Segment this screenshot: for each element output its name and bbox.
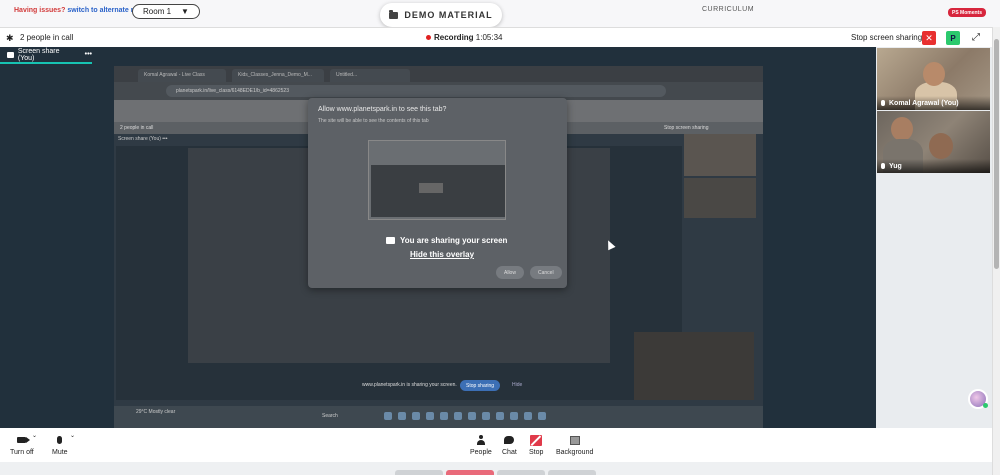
- participant-name: Komal Agrawal (You): [889, 99, 959, 107]
- participant-name: Yug: [889, 162, 902, 170]
- screen-share-tab-label: Screen share (You): [17, 47, 60, 62]
- sharing-notice: You are sharing your screen: [386, 236, 507, 245]
- shared-taskbar-icons: [384, 412, 546, 420]
- background-label: Background: [556, 449, 594, 456]
- shared-url: planetspark.in/live_class/6148EDE1/b_id=…: [166, 85, 666, 97]
- dialog-preview-screen: [371, 165, 505, 217]
- chat-button[interactable]: Chat: [502, 434, 517, 456]
- people-label: People: [470, 449, 492, 456]
- dialog-cancel-button: Cancel: [530, 266, 562, 279]
- participant-name-bar: Yug: [877, 159, 990, 173]
- controls-bar: Turn off ⌄ Mute ⌄ People Chat Stop Backg…: [0, 428, 992, 462]
- shared-sharing-bar: www.planetspark.in is sharing your scree…: [362, 382, 457, 388]
- recording-time: 1:05:34: [475, 33, 503, 42]
- shared-taskbar-search: Search: [322, 413, 338, 419]
- recording-status: Recording 1:05:34: [426, 33, 503, 42]
- shared-people-count: 2 people in call: [120, 125, 154, 131]
- footer-tab[interactable]: [497, 470, 545, 475]
- shared-taskbar: 29°C Mostly clear Search: [114, 406, 763, 428]
- issues-text: Having issues?: [14, 7, 66, 14]
- screen-share-icon: [7, 51, 14, 58]
- shared-browser-tab: Komal Agrawal - Live Class: [138, 69, 226, 82]
- shared-participant-thumb: [684, 178, 756, 218]
- expand-icon[interactable]: ⤢: [972, 32, 980, 43]
- dialog-preview: [368, 140, 506, 220]
- participant-head: [891, 117, 913, 141]
- floating-avatar[interactable]: [968, 389, 988, 409]
- scrollbar-thumb[interactable]: [994, 39, 999, 269]
- shared-stop-sharing: Stop screen sharing: [664, 125, 709, 131]
- camera-icon: [17, 437, 31, 443]
- record-dot-icon: [426, 35, 431, 41]
- stop-share-icon: [530, 434, 543, 446]
- turn-off-camera-button[interactable]: Turn off: [10, 434, 34, 456]
- shared-share-tab: Screen share (You) •••: [118, 136, 168, 142]
- top-bar: Having issues? switch to alternate room …: [0, 0, 1000, 27]
- background-icon: [569, 435, 580, 445]
- sharing-notice-text: You are sharing your screen: [400, 236, 508, 245]
- dialog-allow-button: Allow: [496, 266, 524, 279]
- footer-tab[interactable]: [395, 470, 443, 475]
- mic-icon: [881, 163, 885, 169]
- footer-tab[interactable]: [548, 470, 596, 475]
- participant-head: [923, 62, 945, 86]
- call-header: ✱ 2 people in call Recording 1:05:34 Sto…: [0, 27, 992, 47]
- shared-weather: 29°C Mostly clear: [136, 409, 176, 415]
- shared-stop-sharing-button: Stop sharing: [460, 380, 501, 391]
- mic-icon: [881, 100, 885, 106]
- shared-participant-thumb: [684, 134, 756, 176]
- footer-strip: [0, 462, 992, 475]
- hide-overlay-link[interactable]: Hide this overlay: [410, 250, 474, 259]
- chat-label: Chat: [502, 449, 517, 456]
- room-select-value: Room 1: [143, 7, 172, 16]
- chevron-down-icon[interactable]: ⌄: [32, 432, 37, 439]
- dialog-subtitle: The site will be able to see the content…: [318, 118, 429, 124]
- shared-browser-tab: Untitled...: [330, 69, 410, 82]
- chat-icon: [504, 436, 515, 444]
- background-button[interactable]: Background: [556, 434, 593, 456]
- stop-share-button[interactable]: Stop: [529, 434, 543, 456]
- more-options-icon[interactable]: •••: [85, 51, 92, 58]
- stop-label: Stop: [529, 449, 544, 456]
- shared-browser-tab: Kids_Classes_Jenna_Demo_M...: [232, 69, 324, 82]
- issues-notice: Having issues? switch to alternate room: [14, 7, 148, 14]
- folder-icon: [389, 9, 399, 19]
- mute-button[interactable]: Mute: [52, 434, 68, 456]
- close-icon[interactable]: ✕: [922, 31, 936, 45]
- demo-material-label: DEMO MATERIAL: [404, 10, 493, 20]
- people-count: 2 people in call: [20, 33, 74, 42]
- curriculum-link[interactable]: CURRICULUM: [702, 6, 754, 13]
- shared-hide-link: Hide: [512, 382, 523, 388]
- people-icon: [476, 435, 486, 445]
- screen-share-icon: [386, 237, 395, 244]
- moments-badge[interactable]: PS Moments: [948, 8, 987, 17]
- shared-browser-tabbar: Komal Agrawal - Live Class Kids_Classes_…: [114, 66, 763, 82]
- screen-share-tab[interactable]: Screen share (You) •••: [0, 47, 92, 64]
- footer-tab[interactable]: [446, 470, 494, 475]
- shared-camera-preview: [634, 332, 754, 400]
- participant-tile[interactable]: Komal Agrawal (You): [877, 48, 990, 110]
- participant-name-bar: Komal Agrawal (You): [877, 96, 990, 110]
- people-button[interactable]: People: [470, 434, 492, 456]
- stop-screen-sharing-label[interactable]: Stop screen sharing: [851, 33, 922, 42]
- dialog-title: Allow www.planetspark.in to see this tab…: [318, 106, 447, 113]
- turn-off-label: Turn off: [10, 449, 34, 456]
- microphone-icon: [57, 436, 63, 444]
- room-select[interactable]: Room 1 ▼: [132, 4, 200, 19]
- participant-head: [929, 133, 953, 159]
- demo-material-button[interactable]: DEMO MATERIAL: [380, 3, 502, 27]
- mute-label: Mute: [52, 449, 68, 456]
- p-button[interactable]: P: [946, 31, 960, 45]
- chevron-down-icon[interactable]: ⌄: [70, 432, 75, 439]
- participant-tile[interactable]: Yug: [877, 111, 990, 173]
- recording-label: Recording: [434, 33, 474, 42]
- page-scrollbar[interactable]: [992, 27, 1000, 475]
- gear-icon[interactable]: ✱: [6, 33, 14, 44]
- chevron-down-icon: ▼: [181, 7, 189, 16]
- permission-dialog: Allow www.planetspark.in to see this tab…: [308, 98, 567, 288]
